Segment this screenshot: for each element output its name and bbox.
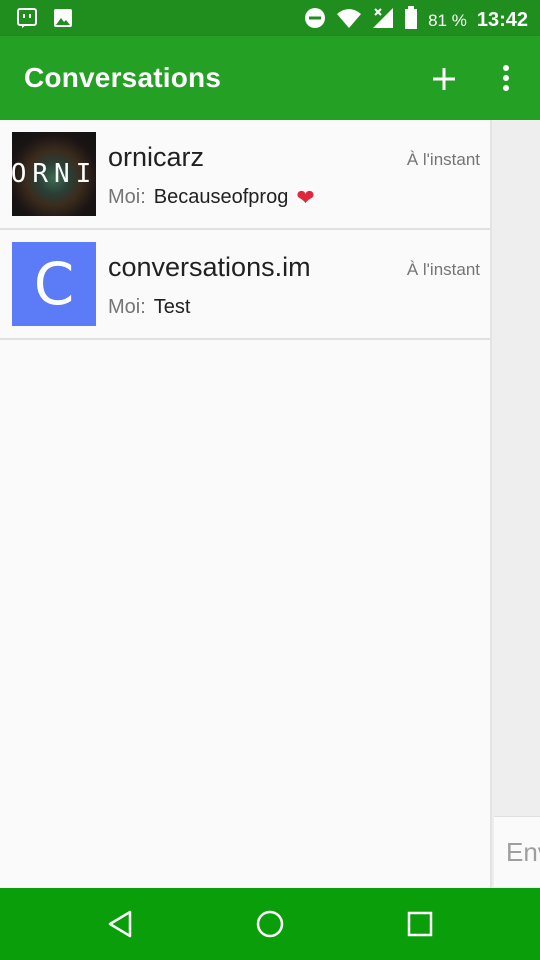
preview-text: Becauseofprog (153, 186, 289, 208)
wifi-icon (336, 7, 362, 34)
timestamp: À l'instant (406, 260, 480, 279)
clock: 13:42 (476, 9, 528, 31)
navigation-bar (0, 888, 540, 960)
message-preview: Moi: Test (108, 296, 190, 319)
chat-pane-peek[interactable]: Env (490, 120, 540, 888)
preview-text: Test (153, 296, 191, 318)
compose-placeholder: Env (506, 837, 540, 867)
do-not-disturb-icon (304, 7, 326, 34)
avatar: C (12, 242, 96, 326)
notification-app-icon (16, 7, 38, 34)
back-icon[interactable] (104, 908, 136, 940)
timestamp: À l'instant (406, 150, 480, 169)
avatar-letter: C (33, 250, 75, 318)
preview-sender: Moi: (108, 186, 146, 208)
avatar: ORNI (10, 132, 98, 216)
app-bar: Conversations (0, 36, 540, 120)
contact-name: conversations.im (108, 252, 311, 282)
preview-sender: Moi: (108, 296, 146, 318)
compose-field[interactable]: Env (494, 816, 540, 887)
battery-icon (404, 6, 418, 35)
status-bar: 81 % 13:42 (0, 0, 540, 36)
heart-emoji: ❤ (296, 184, 315, 210)
conversation-item-conversations-im[interactable]: C conversations.im À l'instant Moi: Test (0, 230, 490, 340)
conversation-item-ornicarz[interactable]: ORNI ornicarz À l'instant Moi: Becauseof… (0, 120, 490, 230)
cellular-no-signal-icon (372, 7, 394, 34)
more-vert-icon[interactable] (496, 64, 516, 94)
battery-percent: 81 % (428, 10, 467, 30)
home-icon[interactable] (254, 908, 286, 940)
add-icon[interactable] (428, 63, 460, 95)
recents-icon[interactable] (404, 908, 436, 940)
message-preview: Moi: Becauseofprog ❤ (108, 186, 315, 209)
conversation-list: ORNI ornicarz À l'instant Moi: Becauseof… (0, 120, 490, 888)
contact-name: ornicarz (108, 142, 205, 172)
avatar-text: ORNI (10, 159, 98, 189)
image-icon (52, 7, 74, 34)
page-title: Conversations (24, 62, 222, 93)
